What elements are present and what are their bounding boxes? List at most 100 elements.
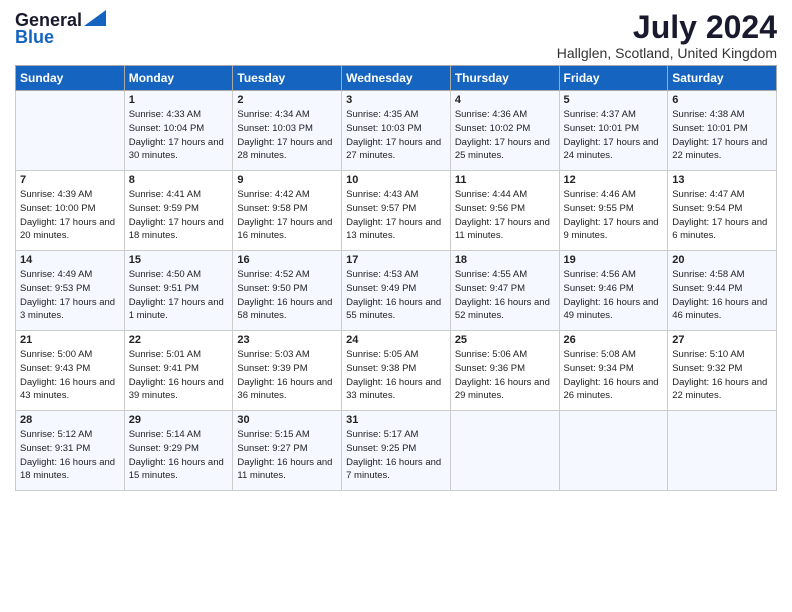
day-info: Sunrise: 4:36 AM Sunset: 10:02 PM Daylig…	[455, 108, 555, 163]
sunrise: Sunrise: 5:03 AM	[237, 349, 309, 360]
sunset: Sunset: 9:58 PM	[237, 203, 307, 214]
day-cell: 3 Sunrise: 4:35 AM Sunset: 10:03 PM Dayl…	[342, 91, 451, 171]
day-cell: 31 Sunrise: 5:17 AM Sunset: 9:25 PM Dayl…	[342, 411, 451, 491]
day-number: 30	[237, 414, 337, 426]
day-number: 19	[564, 254, 664, 266]
day-info: Sunrise: 4:41 AM Sunset: 9:59 PM Dayligh…	[129, 188, 229, 243]
sunset: Sunset: 9:47 PM	[455, 283, 525, 294]
day-cell: 20 Sunrise: 4:58 AM Sunset: 9:44 PM Dayl…	[668, 251, 777, 331]
week-row-3: 14 Sunrise: 4:49 AM Sunset: 9:53 PM Dayl…	[16, 251, 777, 331]
sunset: Sunset: 9:46 PM	[564, 283, 634, 294]
day-info: Sunrise: 4:49 AM Sunset: 9:53 PM Dayligh…	[20, 268, 120, 323]
daylight: Daylight: 16 hours and 43 minutes.	[20, 377, 115, 402]
sunrise: Sunrise: 5:08 AM	[564, 349, 636, 360]
daylight: Daylight: 16 hours and 49 minutes.	[564, 297, 659, 322]
daylight: Daylight: 16 hours and 52 minutes.	[455, 297, 550, 322]
day-info: Sunrise: 4:44 AM Sunset: 9:56 PM Dayligh…	[455, 188, 555, 243]
sunrise: Sunrise: 4:42 AM	[237, 189, 309, 200]
daylight: Daylight: 17 hours and 3 minutes.	[20, 297, 115, 322]
daylight: Daylight: 17 hours and 28 minutes.	[237, 137, 332, 162]
sunrise: Sunrise: 4:58 AM	[672, 269, 744, 280]
day-info: Sunrise: 5:08 AM Sunset: 9:34 PM Dayligh…	[564, 348, 664, 403]
day-info: Sunrise: 4:43 AM Sunset: 9:57 PM Dayligh…	[346, 188, 446, 243]
day-info: Sunrise: 4:37 AM Sunset: 10:01 PM Daylig…	[564, 108, 664, 163]
day-info: Sunrise: 4:34 AM Sunset: 10:03 PM Daylig…	[237, 108, 337, 163]
header: General Blue July 2024 Hallglen, Scotlan…	[15, 10, 777, 61]
sunset: Sunset: 9:41 PM	[129, 363, 199, 374]
daylight: Daylight: 17 hours and 22 minutes.	[672, 137, 767, 162]
col-saturday: Saturday	[668, 66, 777, 91]
sunset: Sunset: 9:55 PM	[564, 203, 634, 214]
sunrise: Sunrise: 4:50 AM	[129, 269, 201, 280]
day-info: Sunrise: 4:47 AM Sunset: 9:54 PM Dayligh…	[672, 188, 772, 243]
sunrise: Sunrise: 5:15 AM	[237, 429, 309, 440]
sunset: Sunset: 9:38 PM	[346, 363, 416, 374]
day-info: Sunrise: 5:15 AM Sunset: 9:27 PM Dayligh…	[237, 428, 337, 483]
day-number: 4	[455, 94, 555, 106]
sunset: Sunset: 9:32 PM	[672, 363, 742, 374]
day-cell: 16 Sunrise: 4:52 AM Sunset: 9:50 PM Dayl…	[233, 251, 342, 331]
day-info: Sunrise: 4:52 AM Sunset: 9:50 PM Dayligh…	[237, 268, 337, 323]
daylight: Daylight: 17 hours and 25 minutes.	[455, 137, 550, 162]
day-info: Sunrise: 4:53 AM Sunset: 9:49 PM Dayligh…	[346, 268, 446, 323]
day-number: 26	[564, 334, 664, 346]
day-number: 29	[129, 414, 229, 426]
day-cell	[559, 411, 668, 491]
sunset: Sunset: 9:34 PM	[564, 363, 634, 374]
header-row: Sunday Monday Tuesday Wednesday Thursday…	[16, 66, 777, 91]
day-number: 12	[564, 174, 664, 186]
sunset: Sunset: 9:49 PM	[346, 283, 416, 294]
day-cell: 11 Sunrise: 4:44 AM Sunset: 9:56 PM Dayl…	[450, 171, 559, 251]
sunset: Sunset: 9:59 PM	[129, 203, 199, 214]
daylight: Daylight: 17 hours and 20 minutes.	[20, 217, 115, 242]
sunrise: Sunrise: 5:17 AM	[346, 429, 418, 440]
daylight: Daylight: 17 hours and 9 minutes.	[564, 217, 659, 242]
logo-blue: Blue	[15, 27, 54, 48]
sunset: Sunset: 9:29 PM	[129, 443, 199, 454]
day-cell: 2 Sunrise: 4:34 AM Sunset: 10:03 PM Dayl…	[233, 91, 342, 171]
sunset: Sunset: 9:51 PM	[129, 283, 199, 294]
day-info: Sunrise: 5:00 AM Sunset: 9:43 PM Dayligh…	[20, 348, 120, 403]
day-info: Sunrise: 4:42 AM Sunset: 9:58 PM Dayligh…	[237, 188, 337, 243]
sunrise: Sunrise: 4:35 AM	[346, 109, 418, 120]
day-number: 7	[20, 174, 120, 186]
day-number: 14	[20, 254, 120, 266]
day-cell: 14 Sunrise: 4:49 AM Sunset: 9:53 PM Dayl…	[16, 251, 125, 331]
sunrise: Sunrise: 4:47 AM	[672, 189, 744, 200]
day-number: 6	[672, 94, 772, 106]
day-number: 23	[237, 334, 337, 346]
sunrise: Sunrise: 4:56 AM	[564, 269, 636, 280]
day-number: 28	[20, 414, 120, 426]
daylight: Daylight: 17 hours and 27 minutes.	[346, 137, 441, 162]
day-number: 18	[455, 254, 555, 266]
day-number: 1	[129, 94, 229, 106]
sunset: Sunset: 10:00 PM	[20, 203, 96, 214]
day-cell: 25 Sunrise: 5:06 AM Sunset: 9:36 PM Dayl…	[450, 331, 559, 411]
sunrise: Sunrise: 4:49 AM	[20, 269, 92, 280]
day-cell: 13 Sunrise: 4:47 AM Sunset: 9:54 PM Dayl…	[668, 171, 777, 251]
day-cell: 4 Sunrise: 4:36 AM Sunset: 10:02 PM Dayl…	[450, 91, 559, 171]
day-number: 16	[237, 254, 337, 266]
daylight: Daylight: 16 hours and 22 minutes.	[672, 377, 767, 402]
sunset: Sunset: 10:04 PM	[129, 123, 205, 134]
day-number: 21	[20, 334, 120, 346]
daylight: Daylight: 16 hours and 39 minutes.	[129, 377, 224, 402]
sunrise: Sunrise: 5:10 AM	[672, 349, 744, 360]
col-tuesday: Tuesday	[233, 66, 342, 91]
day-number: 9	[237, 174, 337, 186]
daylight: Daylight: 16 hours and 58 minutes.	[237, 297, 332, 322]
day-info: Sunrise: 5:06 AM Sunset: 9:36 PM Dayligh…	[455, 348, 555, 403]
sunrise: Sunrise: 5:14 AM	[129, 429, 201, 440]
sunset: Sunset: 10:01 PM	[564, 123, 640, 134]
sunrise: Sunrise: 4:33 AM	[129, 109, 201, 120]
daylight: Daylight: 16 hours and 46 minutes.	[672, 297, 767, 322]
col-thursday: Thursday	[450, 66, 559, 91]
day-info: Sunrise: 4:35 AM Sunset: 10:03 PM Daylig…	[346, 108, 446, 163]
day-number: 10	[346, 174, 446, 186]
month-title: July 2024	[557, 10, 777, 45]
day-number: 3	[346, 94, 446, 106]
daylight: Daylight: 17 hours and 24 minutes.	[564, 137, 659, 162]
day-cell	[450, 411, 559, 491]
sunset: Sunset: 9:44 PM	[672, 283, 742, 294]
week-row-4: 21 Sunrise: 5:00 AM Sunset: 9:43 PM Dayl…	[16, 331, 777, 411]
